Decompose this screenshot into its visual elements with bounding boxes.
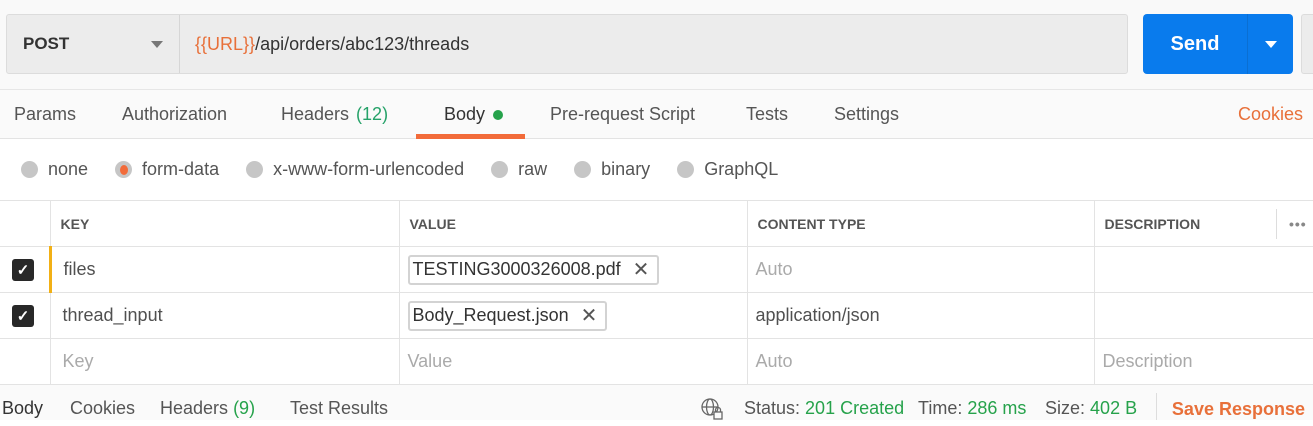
url-path: /api/orders/abc123/threads <box>255 33 470 54</box>
description-cell[interactable] <box>1093 292 1313 339</box>
tab-label: Headers <box>281 104 350 124</box>
table-header-row: KEY VALUE CONTENT TYPE DESCRIPTION ••• <box>0 200 1313 247</box>
radio-selected-icon <box>115 161 133 178</box>
tab-label: Params <box>14 104 77 124</box>
tab-body[interactable]: Body <box>415 90 526 139</box>
tab-pre-request-script[interactable]: Pre-request Script <box>550 90 695 139</box>
time-label: Time: <box>918 398 963 418</box>
url-box: POST {{URL}}/api/orders/abc123/threads <box>6 14 1128 74</box>
radio-circle-icon <box>246 161 264 178</box>
radio-label: binary <box>601 159 651 179</box>
body-type-radios: none form-data x-www-form-urlencoded raw… <box>0 139 1313 200</box>
column-description: DESCRIPTION ••• <box>1093 200 1313 247</box>
tab-settings[interactable]: Settings <box>834 90 899 139</box>
url-input[interactable]: {{URL}}/api/orders/abc123/threads <box>180 34 469 55</box>
send-options-button[interactable] <box>1248 14 1293 74</box>
radio-label: none <box>48 159 89 179</box>
description-cell[interactable] <box>1093 246 1313 293</box>
column-description-label: DESCRIPTION <box>1104 215 1201 232</box>
value-input[interactable]: Value <box>398 338 748 385</box>
time-value: 286 ms <box>967 398 1027 418</box>
column-value: VALUE <box>398 200 748 247</box>
column-key: KEY <box>49 200 400 247</box>
tab-headers[interactable]: Headers (12) <box>281 90 388 139</box>
send-button-group: Send <box>1143 14 1293 74</box>
key-input[interactable]: Key <box>49 338 400 385</box>
radio-circle-icon <box>574 161 592 178</box>
radio-form-data[interactable]: form-data <box>115 159 219 180</box>
headers-count: (9) <box>233 398 256 418</box>
status-value: 201 Created <box>805 398 905 418</box>
radio-label: raw <box>518 159 548 179</box>
value-cell[interactable]: Body_Request.json ✕ <box>398 292 748 339</box>
headers-count: (12) <box>356 104 389 124</box>
status-label: Status: <box>744 398 801 418</box>
request-bar: POST {{URL}}/api/orders/abc123/threads S… <box>0 0 1313 89</box>
radio-circle-icon <box>491 161 509 178</box>
cookies-link[interactable]: Cookies <box>1238 90 1303 139</box>
content-type-input[interactable]: Auto <box>746 338 1095 385</box>
request-tabs: Params Authorization Headers (12) Body Pr… <box>0 89 1313 139</box>
radio-x-www-form-urlencoded[interactable]: x-www-form-urlencoded <box>246 159 464 180</box>
globe-lock-icon[interactable] <box>700 397 724 426</box>
response-tab-test-results[interactable]: Test Results <box>290 398 388 419</box>
table-row: ✓ thread_input Body_Request.json ✕ applic… <box>0 292 1313 339</box>
method-select[interactable]: POST <box>7 15 180 73</box>
key-cell[interactable]: thread_input <box>49 292 400 339</box>
row-checkbox[interactable]: ✓ <box>12 258 34 281</box>
file-chip: Body_Request.json ✕ <box>407 300 608 331</box>
file-name: TESTING3000326008.pdf <box>412 259 621 279</box>
size-label: Size: <box>1045 398 1086 418</box>
description-input[interactable]: Description <box>1093 338 1313 385</box>
radio-raw[interactable]: raw <box>491 159 547 180</box>
column-content-type: CONTENT TYPE <box>746 200 1095 247</box>
close-icon[interactable]: ✕ <box>581 303 598 328</box>
chevron-down-icon <box>1264 40 1277 48</box>
radio-label: GraphQL <box>704 159 779 179</box>
size-readout: Size: 402 B <box>1045 398 1137 419</box>
active-dot-icon <box>493 109 504 120</box>
radio-circle-icon <box>21 161 38 178</box>
response-tab-body[interactable]: Body <box>2 398 43 419</box>
key-cell[interactable]: files <box>48 246 400 293</box>
content-type-cell[interactable]: application/json <box>746 292 1095 339</box>
table-row-new: Key Value Auto Description <box>0 338 1313 385</box>
file-chip: TESTING3000326008.pdf ✕ <box>407 254 660 285</box>
time-readout: Time: 286 ms <box>918 398 1026 419</box>
radio-binary[interactable]: binary <box>574 159 650 180</box>
more-options-icon[interactable]: ••• <box>1276 209 1313 239</box>
table-row: ✓ files TESTING3000326008.pdf ✕ Auto <box>0 246 1313 293</box>
response-tab-cookies[interactable]: Cookies <box>70 398 135 419</box>
close-icon[interactable]: ✕ <box>633 257 650 282</box>
send-button[interactable]: Send <box>1143 14 1248 74</box>
content-type-cell[interactable]: Auto <box>746 246 1095 293</box>
tab-tests[interactable]: Tests <box>746 90 788 139</box>
tab-authorization[interactable]: Authorization <box>122 90 227 139</box>
chevron-down-icon <box>151 40 163 48</box>
response-tab-headers[interactable]: Headers (9) <box>160 398 255 419</box>
save-response-button[interactable]: Save Response <box>1155 393 1305 420</box>
method-label: POST <box>23 34 70 53</box>
value-cell[interactable]: TESTING3000326008.pdf ✕ <box>398 246 748 293</box>
size-value: 402 B <box>1090 398 1138 418</box>
tab-label: Headers <box>160 398 229 418</box>
tab-label: Tests <box>746 104 789 124</box>
form-data-table: KEY VALUE CONTENT TYPE DESCRIPTION ••• ✓ … <box>0 200 1313 385</box>
radio-circle-icon <box>677 161 695 178</box>
status-readout: Status: 201 Created <box>744 398 904 419</box>
file-name: Body_Request.json <box>412 305 569 325</box>
save-button[interactable] <box>1301 14 1313 74</box>
radio-none[interactable]: none <box>21 159 88 180</box>
radio-label: form-data <box>142 159 220 179</box>
tab-label: Authorization <box>122 104 228 124</box>
url-variable: {{URL}} <box>195 33 256 54</box>
tab-label: Body <box>444 104 486 124</box>
radio-graphql[interactable]: GraphQL <box>677 159 778 180</box>
tab-label: Pre-request Script <box>550 104 696 124</box>
response-bar: Body Cookies Headers (9) Test Results St… <box>0 385 1313 420</box>
tab-params[interactable]: Params <box>14 90 76 139</box>
radio-label: x-www-form-urlencoded <box>273 159 465 179</box>
tab-label: Settings <box>834 104 900 124</box>
row-checkbox[interactable]: ✓ <box>12 304 34 327</box>
